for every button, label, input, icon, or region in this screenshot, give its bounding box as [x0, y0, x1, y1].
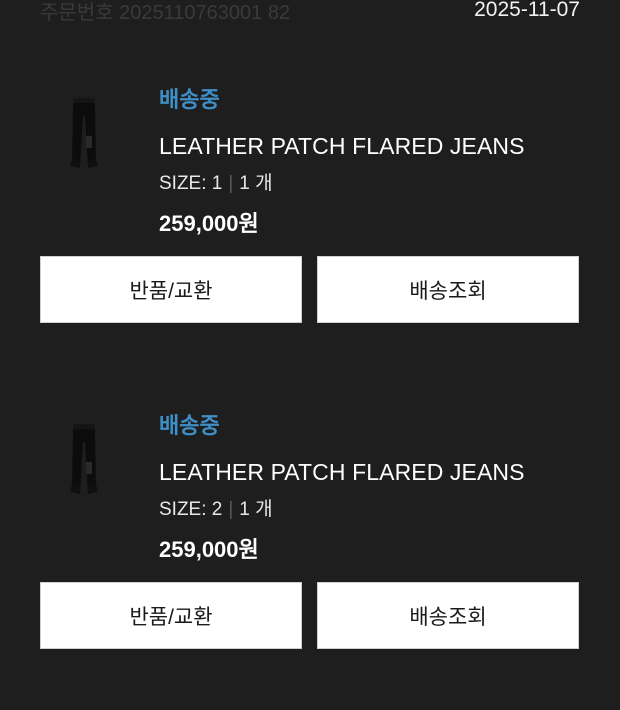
return-exchange-button[interactable]: 반품/교환 — [40, 256, 302, 323]
product-options: SIZE: 2 | 1 개 — [159, 496, 273, 524]
track-delivery-button[interactable]: 배송조회 — [317, 582, 579, 649]
option-divider: | — [228, 499, 234, 520]
order-item: 배송중 LEATHER PATCH FLARED JEANS SIZE: 1 | 1… — [40, 84, 580, 384]
order-item: 배송중 LEATHER PATCH FLARED JEANS SIZE: 2 | 1… — [40, 410, 580, 710]
product-options: SIZE: 1 | 1 개 — [159, 170, 273, 198]
jeans-thumbnail-icon[interactable] — [66, 94, 102, 174]
size-label: SIZE: 2 — [159, 499, 223, 520]
size-label: SIZE: 1 — [159, 173, 223, 194]
option-divider: | — [228, 173, 234, 194]
delivery-status: 배송중 — [159, 413, 220, 438]
product-price: 259,000원 — [159, 211, 259, 236]
product-price: 259,000원 — [159, 537, 259, 562]
track-delivery-button[interactable]: 배송조회 — [317, 256, 579, 323]
product-name[interactable]: LEATHER PATCH FLARED JEANS — [159, 456, 525, 488]
order-date: 2025-11-07 — [474, 0, 580, 21]
quantity-label: 1 개 — [239, 499, 273, 520]
jeans-thumbnail-icon[interactable] — [66, 420, 102, 500]
delivery-status: 배송중 — [159, 87, 220, 112]
return-exchange-button[interactable]: 반품/교환 — [40, 582, 302, 649]
order-number: 주문번호 2025110763001 82 — [40, 1, 291, 24]
order-header: 주문번호 2025110763001 82 2025-11-07 — [40, 0, 580, 28]
product-name[interactable]: LEATHER PATCH FLARED JEANS — [159, 130, 525, 162]
quantity-label: 1 개 — [239, 173, 273, 194]
